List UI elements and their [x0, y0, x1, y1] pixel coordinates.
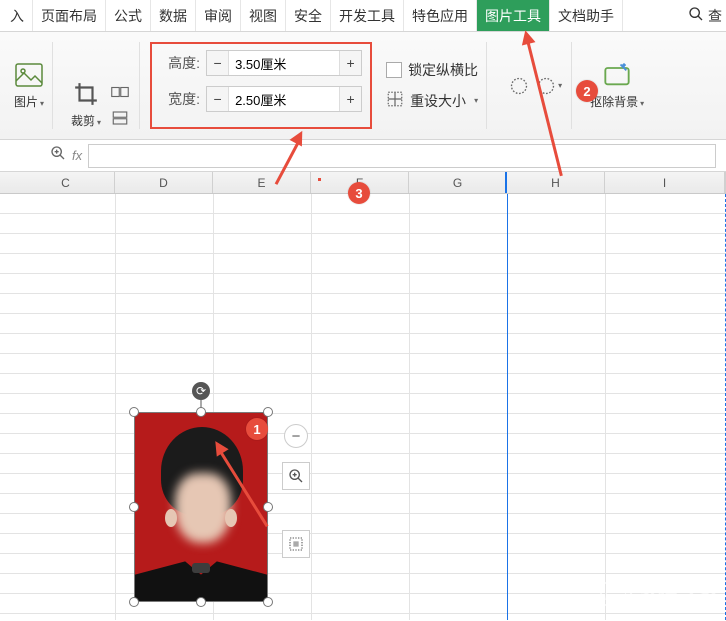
chevron-down-icon: ▾ [640, 99, 644, 108]
column-header[interactable]: I [605, 172, 725, 193]
tab-formulas[interactable]: 公式 [106, 0, 151, 31]
chevron-down-icon: ▾ [40, 99, 44, 108]
resize-handle[interactable] [263, 597, 273, 607]
height-input[interactable] [229, 51, 339, 75]
column-header[interactable]: H [507, 172, 605, 193]
rotate-handle[interactable]: ⟳ [192, 382, 210, 400]
tab-insert-partial[interactable]: 入 [2, 0, 33, 31]
tab-doc-assistant[interactable]: 文档助手 [550, 0, 623, 31]
resize-handle[interactable] [129, 407, 139, 417]
search-label: 查 [708, 6, 722, 26]
search-icon [688, 6, 704, 26]
resize-handle[interactable] [129, 597, 139, 607]
removebg-label: 抠除背景 [590, 95, 638, 109]
crop-icon [72, 80, 100, 108]
height-increment-button[interactable]: + [339, 51, 361, 75]
column-header[interactable]: C [17, 172, 115, 193]
size-input-group: 高度: − + 宽度: − + [150, 42, 372, 129]
group-align: ▾ [497, 42, 572, 129]
width-decrement-button[interactable]: − [207, 87, 229, 111]
group-crop: 裁剪▾ [63, 42, 140, 129]
spreadsheet-grid[interactable]: ⟳ − 系统之家 [0, 194, 726, 620]
callout-badge-3: 3 [348, 182, 370, 204]
height-spinner: − + [206, 50, 362, 76]
group-lock-reset: 锁定纵横比 重设大小 ▾ [382, 42, 487, 129]
tab-strip: 入 页面布局 公式 数据 审阅 视图 安全 开发工具 特色应用 图片工具 文档助… [0, 0, 726, 32]
watermark-logo-icon [598, 582, 633, 606]
ribbon: 图片▾ 裁剪▾ 高度: − + 宽 [0, 32, 726, 140]
float-minus-button[interactable]: − [284, 424, 308, 448]
fx-label: fx [72, 148, 82, 163]
checkbox-icon [386, 62, 402, 78]
lock-aspect-label: 锁定纵横比 [408, 60, 478, 80]
resize-handle[interactable] [196, 597, 206, 607]
id-photo [134, 412, 268, 602]
tab-featured[interactable]: 特色应用 [404, 0, 477, 31]
tab-developer[interactable]: 开发工具 [331, 0, 404, 31]
reset-size-button[interactable]: 重设大小 ▾ [386, 90, 478, 111]
callout-badge-1: 1 [246, 418, 268, 440]
width-input[interactable] [229, 87, 339, 111]
rotate-left-button[interactable] [505, 72, 533, 100]
chevron-down-icon: ▾ [474, 96, 478, 105]
lock-aspect-checkbox[interactable]: 锁定纵横比 [386, 60, 478, 80]
selected-image[interactable]: ⟳ [134, 412, 268, 602]
tab-security[interactable]: 安全 [286, 0, 331, 31]
reset-size-label: 重设大小 [410, 91, 466, 111]
flip-vertical-button[interactable] [109, 107, 131, 129]
tab-data[interactable]: 数据 [151, 0, 196, 31]
magic-wand-icon [603, 61, 631, 89]
formula-bar: fx [0, 140, 726, 172]
width-label: 宽度: [160, 89, 200, 109]
picture-label: 图片 [14, 95, 38, 109]
width-increment-button[interactable]: + [339, 87, 361, 111]
chevron-down-icon: ▾ [558, 81, 562, 90]
width-spinner: − + [206, 86, 362, 112]
reset-size-icon [386, 90, 404, 111]
float-layout-button[interactable] [282, 530, 310, 558]
watermark-text: 系统之家 [638, 579, 718, 608]
tab-review[interactable]: 审阅 [196, 0, 241, 31]
crop-label: 裁剪 [71, 114, 95, 128]
tab-picture-tools[interactable]: 图片工具 [477, 0, 550, 31]
watermark: 系统之家 [600, 579, 718, 608]
chevron-down-icon: ▾ [97, 118, 101, 127]
crop-button[interactable]: 裁剪▾ [71, 80, 101, 129]
remove-background-button[interactable]: 抠除背景▾ [590, 61, 644, 110]
search-area[interactable]: 查 [688, 6, 726, 26]
column-header[interactable]: D [115, 172, 213, 193]
float-zoom-button[interactable] [282, 462, 310, 490]
resize-handle[interactable] [196, 407, 206, 417]
height-label: 高度: [160, 53, 200, 73]
resize-handle[interactable] [263, 407, 273, 417]
tab-page-layout[interactable]: 页面布局 [33, 0, 106, 31]
picture-icon [15, 61, 43, 89]
tab-view[interactable]: 视图 [241, 0, 286, 31]
height-decrement-button[interactable]: − [207, 51, 229, 75]
callout-badge-2: 2 [576, 80, 598, 102]
column-header[interactable]: E [213, 172, 311, 193]
column-header[interactable]: G [409, 172, 507, 193]
resize-handle[interactable] [129, 502, 139, 512]
flip-horizontal-button[interactable] [109, 81, 131, 103]
group-picture: 图片▾ [6, 42, 53, 129]
insert-picture-button[interactable]: 图片▾ [14, 61, 44, 110]
formula-input[interactable] [88, 144, 716, 168]
name-box-zoom-icon[interactable] [50, 145, 66, 166]
resize-handle[interactable] [263, 502, 273, 512]
